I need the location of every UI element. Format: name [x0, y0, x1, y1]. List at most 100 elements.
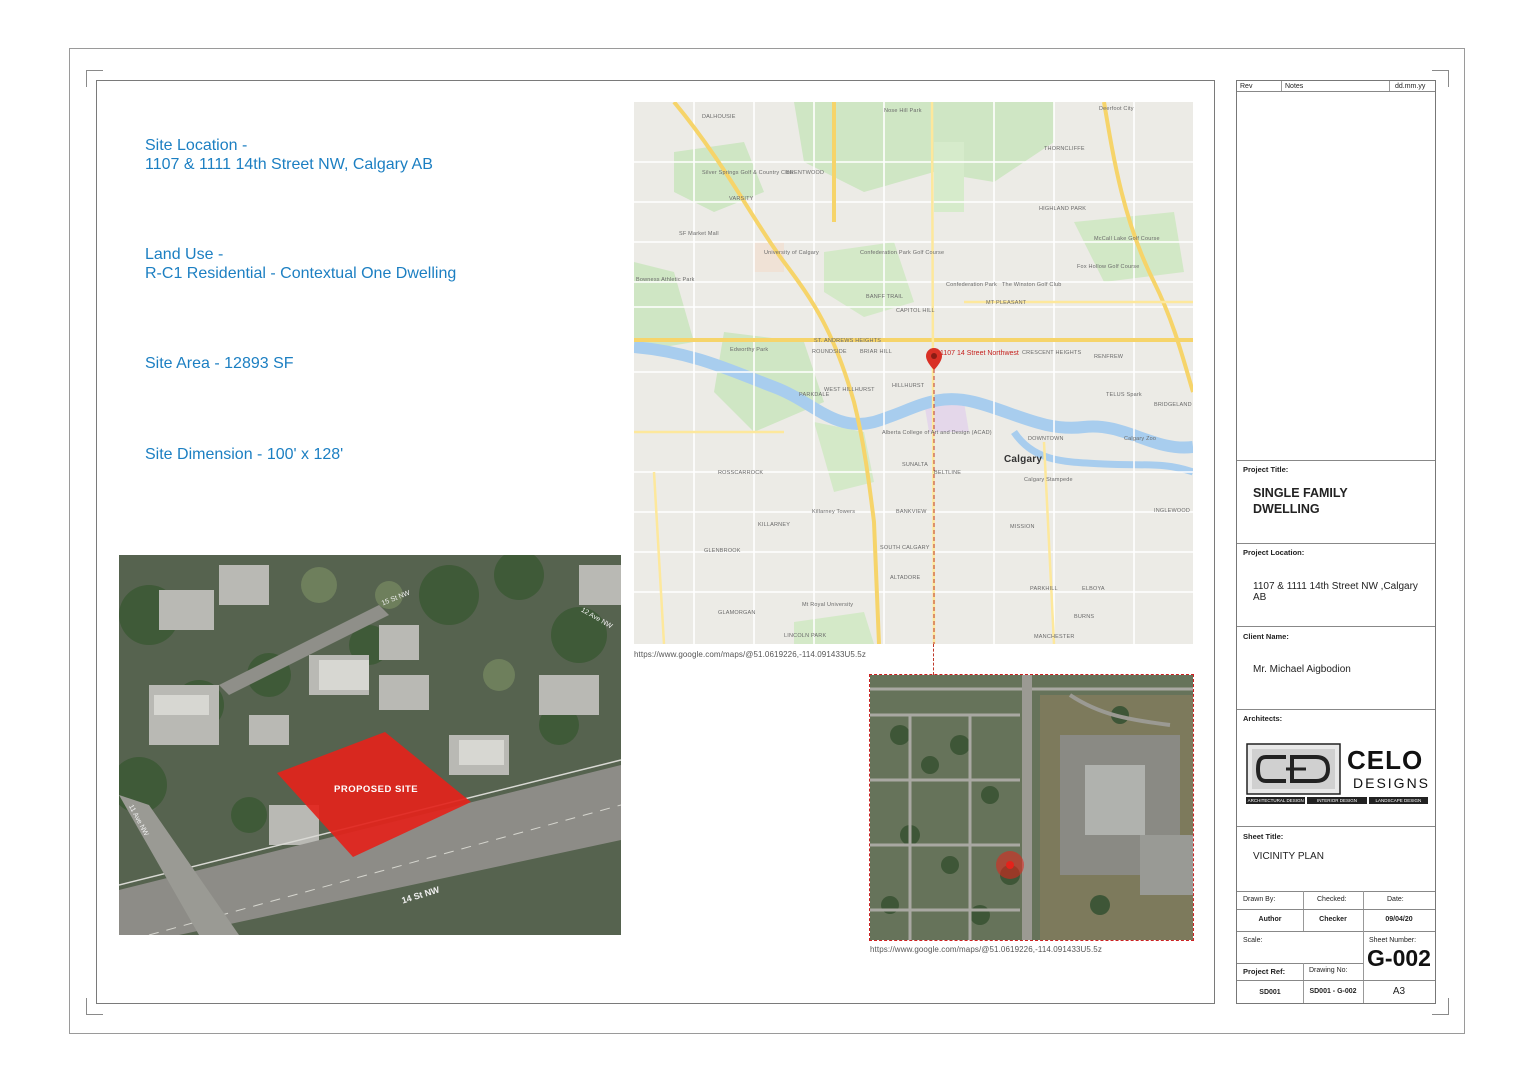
aerial-top-view — [869, 674, 1194, 941]
map-place-label: HILLHURST — [892, 383, 925, 389]
sheet-title-value: VICINITY PLAN — [1253, 851, 1324, 862]
map-place-label: Deerfoot City — [1099, 106, 1134, 112]
sheet-number-value: G-002 — [1367, 945, 1431, 971]
map-place-labels: Nose Hill Park DALHOUSIE Deerfoot City Silv… — [634, 102, 1193, 644]
corner-mark — [86, 998, 103, 1015]
drawing-no-label: Drawing No: — [1309, 967, 1348, 974]
map-place-label: VARSITY — [729, 196, 754, 202]
map-place-label: THORNCLIFFE — [1044, 146, 1085, 152]
map-place-label: Alberta College of Art and Design (ACAD) — [882, 430, 992, 436]
title-block: Rev Notes dd.mm.yy Project Title: SINGLE… — [1236, 80, 1436, 1004]
map-place-label: BURNS — [1074, 614, 1095, 620]
aerial-map-url[interactable]: https://www.google.com/maps/@51.0619226,… — [870, 945, 1102, 954]
tagline-interior: INTERIOR DESIGN — [1307, 797, 1367, 804]
date-col-header: dd.mm.yy — [1395, 83, 1426, 90]
map-place-label: ELBOYA — [1082, 586, 1105, 592]
land-use-label: Land Use - — [145, 246, 224, 263]
map-place-label: DOWNTOWN — [1028, 436, 1064, 442]
site-dimension: Site Dimension - 100' x 128' — [145, 446, 344, 463]
map-place-label: GLENBROOK — [704, 548, 741, 554]
map-place-label: MANCHESTER — [1034, 634, 1075, 640]
map-place-label: INGLEWOOD — [1154, 508, 1191, 514]
rev-header: Rev — [1240, 83, 1253, 90]
drawn-by-label: Drawn By: — [1243, 896, 1276, 903]
map-place-label: SOUTH CALGARY — [880, 545, 930, 551]
paper-size: A3 — [1392, 986, 1406, 997]
map-place-label: Calgary Stampede — [1024, 477, 1073, 483]
logo-tagline: ARCHITECTURAL DESIGN INTERIOR DESIGN LAN… — [1246, 797, 1428, 804]
site-location-label: Site Location - — [145, 137, 248, 154]
map-place-label: McCall Lake Golf Course — [1094, 236, 1160, 242]
map-place-label: Confederation Park — [946, 282, 997, 288]
map-place-label: SF Market Mall — [679, 231, 719, 237]
celo-logo-mark-icon — [1246, 743, 1341, 795]
map-place-label: ST. ANDREWS HEIGHTS — [814, 338, 882, 344]
project-ref-value: SD001 — [1259, 989, 1281, 996]
map-place-label: ROUNDSIDE — [812, 349, 847, 355]
project-ref-label: Project Ref: — [1243, 967, 1286, 976]
map-place-label: MT PLEASANT — [986, 300, 1027, 306]
map-place-label: University of Calgary — [764, 250, 819, 256]
project-location-value: 1107 & 1111 14th Street NW ,Calgary AB — [1253, 581, 1418, 603]
corner-mark — [86, 70, 103, 87]
client-name-label: Client Name: — [1243, 632, 1289, 641]
drawing-no-value: SD001 - G-002 — [1309, 988, 1357, 995]
sheet-number-label: Sheet Number: — [1369, 937, 1417, 944]
project-location-label: Project Location: — [1243, 548, 1305, 557]
land-use-block: Land Use - R-C1 Residential - Contextual… — [145, 245, 456, 283]
checked-value: Checker — [1319, 916, 1347, 923]
logo-name-designs: DESIGNS — [1353, 775, 1431, 791]
map-place-label: PARKHILL — [1030, 586, 1058, 592]
tagline-landscape: LANDSCAPE DESIGN — [1368, 797, 1428, 804]
map-place-label: HIGHLAND PARK — [1039, 206, 1087, 212]
map-place-label: DALHOUSIE — [702, 114, 736, 120]
city-map-url[interactable]: https://www.google.com/maps/@51.0619226,… — [634, 650, 866, 659]
map-place-label: WEST HILLHURST — [824, 387, 875, 393]
project-title-line-1: SINGLE FAMILY — [1253, 486, 1348, 500]
map-place-label: BANFF TRAIL — [866, 294, 904, 300]
map-place-label: BELTLINE — [934, 470, 962, 476]
project-title-value: SINGLE FAMILY DWELLING — [1253, 485, 1348, 517]
map-place-label: The Winston Golf Club — [1002, 282, 1062, 288]
date-value: 09/04/20 — [1385, 916, 1413, 923]
map-place-label: KILLARNEY — [758, 522, 791, 528]
map-place-label: CRESCENT HEIGHTS — [1022, 350, 1082, 356]
project-title-label: Project Title: — [1243, 465, 1289, 474]
map-place-label: Confederation Park Golf Course — [860, 250, 945, 256]
notes-header: Notes — [1285, 83, 1304, 90]
map-place-label: ROSSCARROCK — [718, 470, 764, 476]
client-name-value: Mr. Michael Aigbodion — [1253, 664, 1351, 675]
map-place-label: MISSION — [1010, 524, 1035, 530]
map-place-label: Nose Hill Park — [884, 108, 922, 114]
map-place-label: Bowness Athletic Park — [636, 277, 695, 283]
aerial-top-graphic — [870, 675, 1193, 940]
map-place-label: BRIDGELAND — [1154, 402, 1192, 408]
site-location-block: Site Location - 1107 & 1111 14th Street … — [145, 136, 433, 174]
aerial-3d-graphic — [119, 555, 621, 935]
map-connector-line — [933, 644, 934, 675]
architects-label: Architects: — [1243, 714, 1283, 723]
scale-label: Scale: — [1243, 937, 1263, 944]
logo-name-celo: CELO — [1347, 745, 1424, 775]
map-place-label: Killarney Towers — [812, 509, 856, 515]
sheet-title-label: Sheet Title: — [1243, 832, 1284, 841]
map-place-label: RENFREW — [1094, 354, 1124, 360]
map-place-label: LINCOLN PARK — [784, 633, 827, 639]
map-place-label: TELUS Spark — [1106, 392, 1142, 398]
map-place-label: Edworthy Park — [730, 347, 769, 353]
map-place-label: BRIAR HILL — [860, 349, 892, 355]
land-use-value: R-C1 Residential - Contextual One Dwelli… — [145, 265, 457, 282]
date-label: Date: — [1387, 896, 1404, 903]
map-place-label: SUNALTA — [902, 462, 928, 468]
map-place-label: GLAMORGAN — [718, 610, 756, 616]
map-place-label: Silver Springs Golf & Country Club — [702, 170, 794, 176]
map-place-label: BRENTWOOD — [786, 170, 825, 176]
map-place-label: BANKVIEW — [896, 509, 927, 515]
map-place-label: CAPITOL HILL — [896, 308, 935, 314]
site-location-value: 1107 & 1111 14th Street NW, Calgary AB — [145, 156, 433, 173]
map-place-label: Fox Hollow Golf Course — [1077, 264, 1140, 270]
map-place-label: ALTADORE — [890, 575, 921, 581]
tagline-architectural: ARCHITECTURAL DESIGN — [1246, 797, 1306, 804]
proposed-site-label: PROPOSED SITE — [334, 784, 419, 795]
project-title-line-2: DWELLING — [1253, 502, 1320, 516]
